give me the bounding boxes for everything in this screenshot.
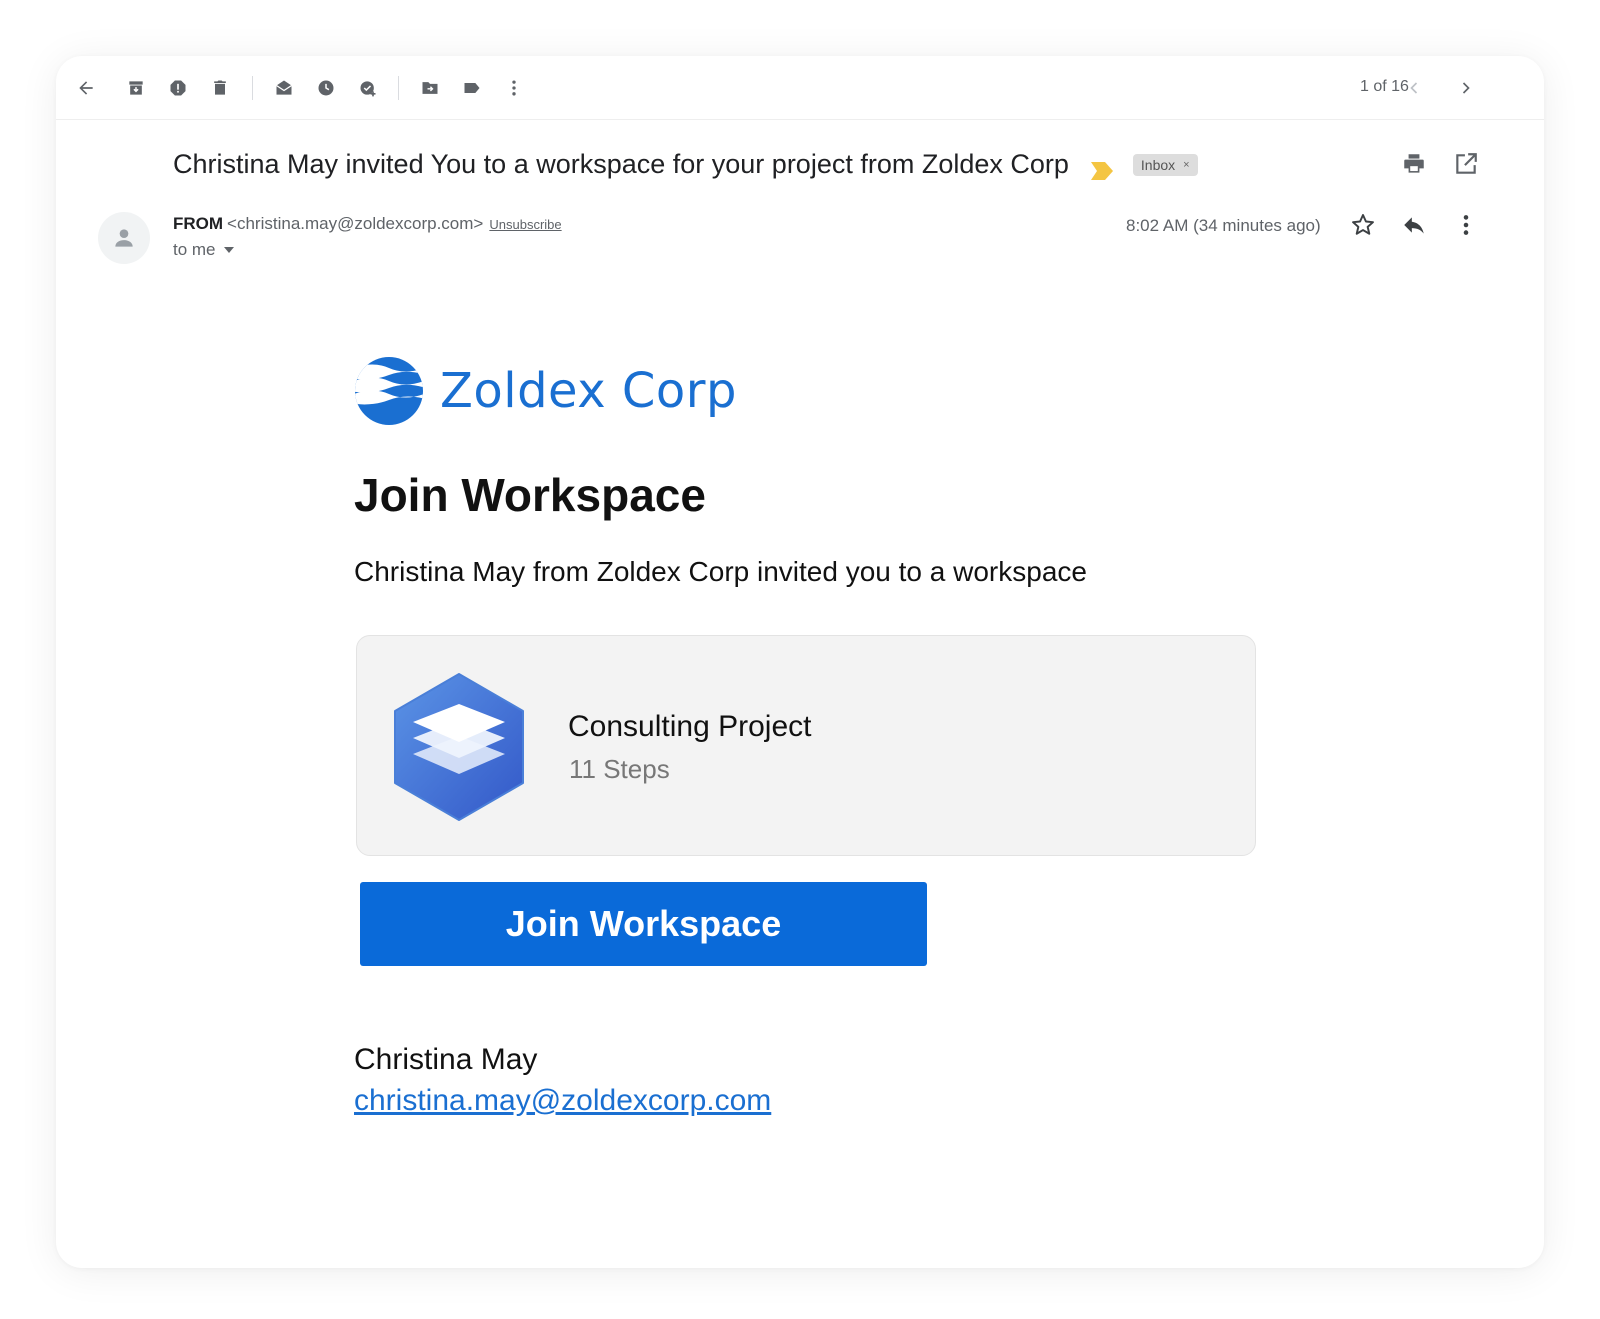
reply-icon[interactable] (1400, 211, 1428, 239)
label-icon[interactable] (460, 76, 484, 100)
email-subject: Christina May invited You to a workspace… (173, 149, 1069, 179)
open-in-new-window-icon[interactable] (1452, 150, 1480, 178)
message-more-icon[interactable] (1452, 211, 1480, 239)
signature-name: Christina May (354, 1043, 538, 1076)
brand-logo: Zoldex Corp (354, 356, 737, 426)
more-vert-icon[interactable] (502, 76, 526, 100)
signature-email-link[interactable]: christina.may@zoldexcorp.com (354, 1084, 771, 1118)
unsubscribe-link[interactable]: Unsubscribe (489, 217, 561, 232)
project-card: Consulting Project 11 Steps (356, 635, 1256, 856)
snooze-icon[interactable] (314, 76, 338, 100)
move-to-icon[interactable] (418, 76, 442, 100)
inbox-label-text: Inbox (1140, 156, 1176, 173)
newer-chevron-left-icon[interactable] (1402, 76, 1426, 100)
join-workspace-button[interactable]: Join Workspace (360, 882, 927, 966)
mark-unread-icon[interactable] (272, 76, 296, 100)
remove-label-icon[interactable]: × (1183, 159, 1189, 171)
inbox-label-chip[interactable]: Inbox × (1132, 153, 1198, 176)
add-task-icon[interactable] (356, 76, 380, 100)
star-icon[interactable] (1349, 211, 1377, 239)
subject-line: Christina May invited You to a workspace… (173, 149, 1198, 180)
brand-name: Zoldex Corp (440, 363, 737, 419)
project-steps: 11 Steps (569, 754, 670, 784)
wave-globe-logo-icon (355, 357, 423, 425)
report-spam-icon[interactable] (166, 76, 190, 100)
sender-name[interactable]: FROM (173, 214, 223, 233)
print-icon[interactable] (1400, 150, 1428, 178)
sender-avatar[interactable] (98, 212, 150, 264)
importance-marker-icon[interactable] (1090, 156, 1113, 180)
toolbar-divider (252, 76, 253, 100)
message-toolbar: 1 of 16 (56, 56, 1544, 120)
older-chevron-right-icon[interactable] (1454, 76, 1478, 100)
invite-message: Christina May from Zoldex Corp invited y… (354, 556, 1087, 587)
layers-hexagon-icon (391, 672, 527, 827)
person-icon (115, 229, 133, 247)
recipient-label: to me (173, 240, 216, 259)
archive-icon[interactable] (124, 76, 148, 100)
sender-email: <christina.may@zoldexcorp.com> (227, 214, 484, 233)
email-heading: Join Workspace (354, 469, 706, 521)
caret-down-icon (223, 247, 234, 253)
message-timestamp: 8:02 AM (34 minutes ago) (1126, 216, 1321, 235)
sender-line: FROM <christina.may@zoldexcorp.com> Unsubs… (173, 214, 562, 234)
project-title: Consulting Project (568, 710, 812, 743)
delete-icon[interactable] (208, 76, 232, 100)
back-arrow-icon[interactable] (74, 76, 98, 100)
toolbar-divider (398, 76, 399, 100)
email-window: 1 of 16 Christina May invited You to a w… (56, 56, 1544, 1268)
recipient-details-toggle[interactable]: to me (173, 240, 234, 260)
